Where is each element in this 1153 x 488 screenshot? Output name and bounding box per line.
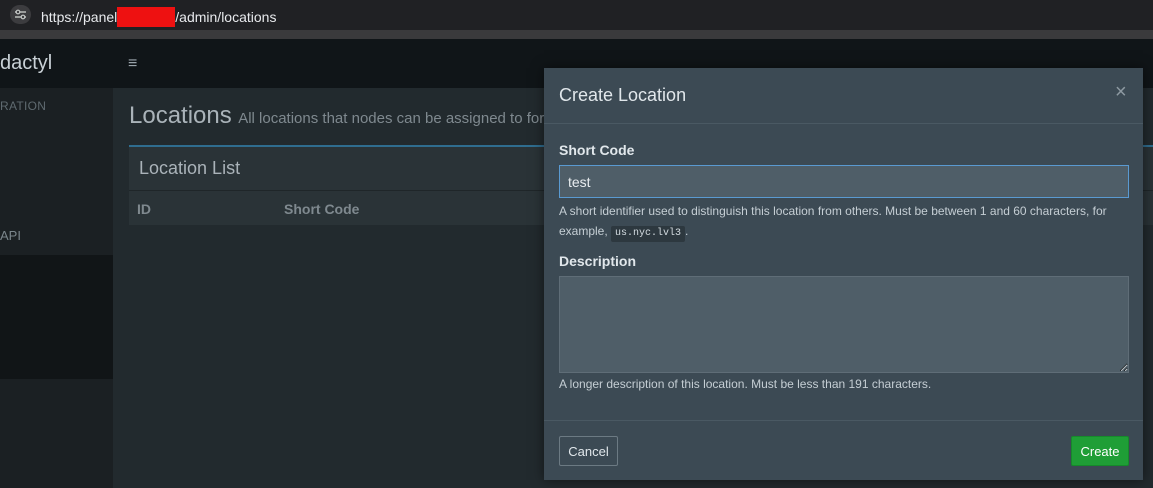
short-code-input[interactable] bbox=[559, 165, 1129, 198]
browser-toolbar: https://panel/admin/locations bbox=[0, 0, 1153, 30]
close-icon[interactable]: × bbox=[1115, 81, 1127, 104]
site-info-button[interactable] bbox=[10, 5, 31, 24]
menu-toggle-icon[interactable]: ≡ bbox=[128, 55, 137, 73]
sidebar-item-api[interactable]: API bbox=[0, 228, 21, 243]
short-code-help: A short identifier used to distinguish t… bbox=[559, 201, 1129, 242]
app-logo[interactable]: dactyl bbox=[0, 52, 52, 75]
description-textarea[interactable] bbox=[559, 276, 1129, 373]
sidebar: RATION API bbox=[0, 88, 113, 488]
description-help: A longer description of this location. M… bbox=[559, 377, 932, 391]
modal-footer: Cancel Create bbox=[544, 420, 1143, 480]
column-header-id: ID bbox=[137, 201, 151, 217]
sidebar-item-active[interactable] bbox=[0, 255, 113, 379]
url-redaction bbox=[117, 7, 176, 27]
sidebar-section-heading: RATION bbox=[0, 99, 47, 113]
browser-divider bbox=[0, 30, 1153, 39]
modal-header: Create Location × bbox=[544, 68, 1143, 124]
short-code-label: Short Code bbox=[559, 142, 635, 158]
modal-title: Create Location bbox=[559, 85, 687, 105]
tune-icon bbox=[15, 9, 26, 20]
page-title-text: Locations bbox=[129, 102, 232, 129]
column-header-short-code: Short Code bbox=[284, 201, 360, 217]
page-title: Locations All locations that nodes can b… bbox=[129, 102, 544, 130]
box-title: Location List bbox=[139, 158, 241, 178]
cancel-button[interactable]: Cancel bbox=[559, 436, 618, 466]
short-code-example: us.nyc.lvl3 bbox=[611, 226, 686, 242]
page-subtitle: All locations that nodes can be assigned… bbox=[238, 110, 545, 127]
address-bar[interactable]: https://panel/admin/locations bbox=[41, 7, 276, 27]
short-code-help-end: . bbox=[685, 224, 689, 238]
description-label: Description bbox=[559, 253, 637, 269]
create-button[interactable]: Create bbox=[1071, 436, 1129, 466]
url-prefix: https://panel bbox=[41, 9, 118, 25]
url-suffix: /admin/locations bbox=[175, 9, 277, 25]
create-location-modal: Create Location × Short Code A short ide… bbox=[544, 68, 1143, 480]
